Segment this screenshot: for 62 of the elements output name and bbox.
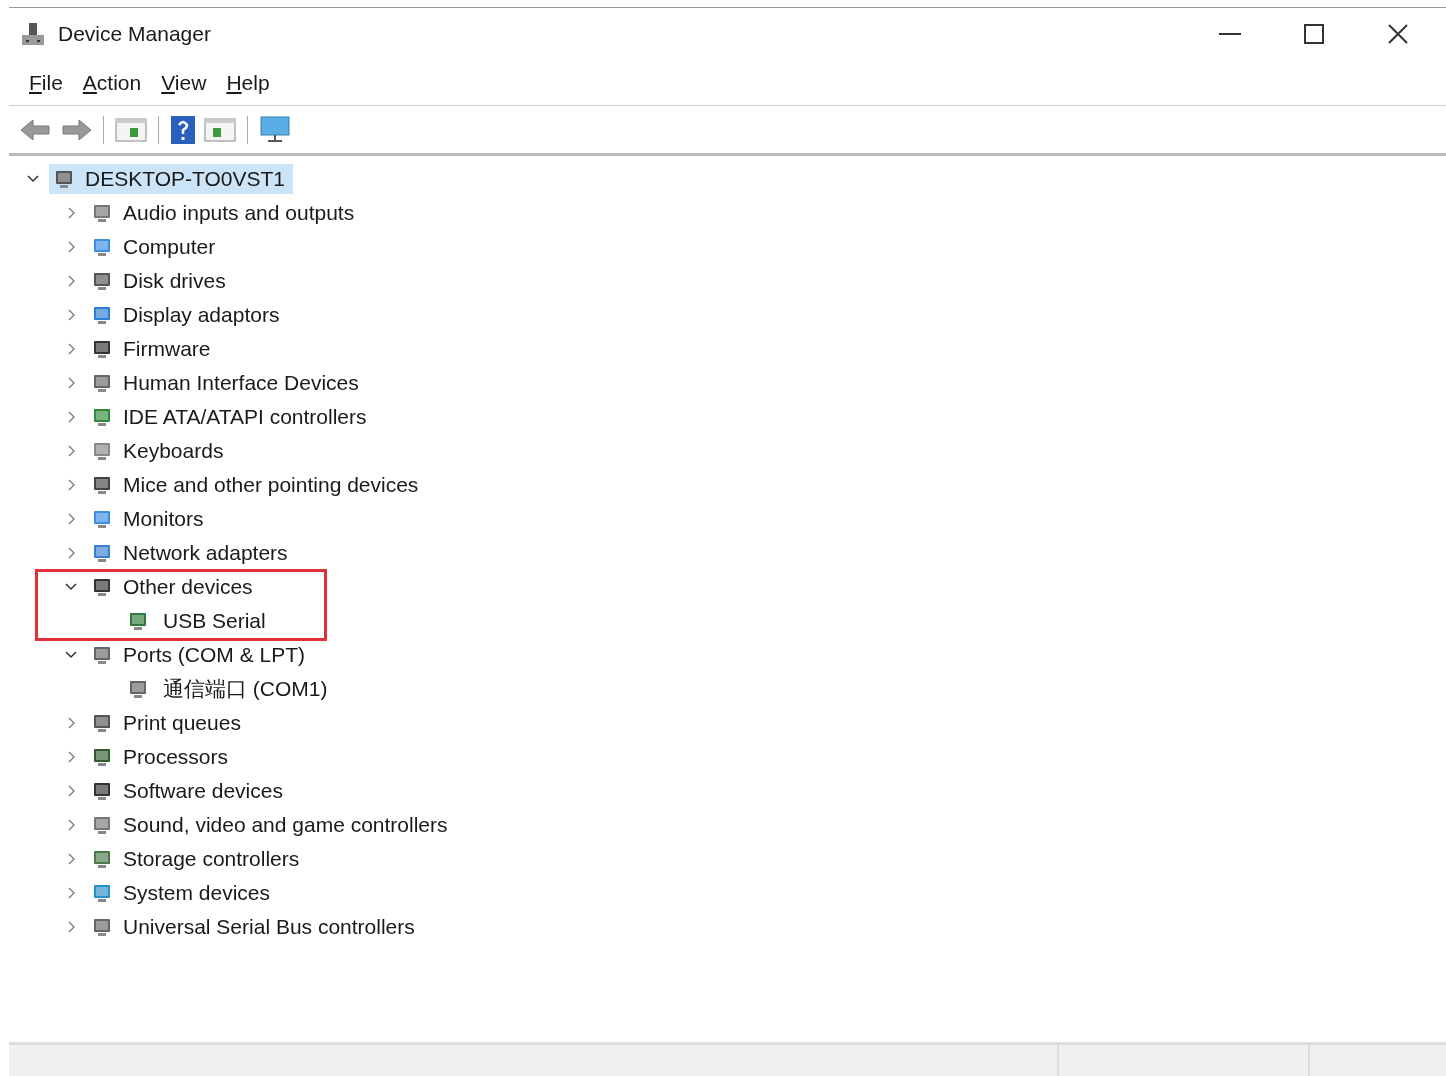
device-icon	[91, 474, 113, 496]
device-icon	[91, 406, 113, 428]
menu-item[interactable]: Help	[220, 66, 276, 99]
device-icon	[91, 338, 113, 360]
pane-icon[interactable]	[203, 115, 237, 144]
tree-item[interactable]: Audio inputs and outputs	[123, 197, 355, 229]
tree-item[interactable]: Other devices	[123, 571, 253, 603]
device-icon	[91, 848, 113, 870]
menu-item[interactable]: Action	[76, 66, 148, 99]
menu-item[interactable]: View	[155, 66, 213, 99]
tree-item[interactable]: USB Serial	[163, 605, 266, 637]
menu-item[interactable]: File	[23, 66, 69, 99]
tree-item[interactable]: 通信端口 (COM1)	[163, 673, 328, 705]
tree-item[interactable]: Computer	[123, 231, 216, 263]
device-icon	[91, 372, 113, 394]
device-icon	[91, 712, 113, 734]
close-icon	[1388, 24, 1408, 44]
device-icon	[91, 508, 113, 530]
device-icon	[91, 882, 113, 904]
tree-item[interactable]: Disk drives	[123, 265, 226, 297]
device-icon	[91, 440, 113, 462]
properties-pane-icon[interactable]	[114, 115, 148, 144]
device-icon	[91, 236, 113, 258]
tree-item[interactable]: Storage controllers	[123, 843, 300, 875]
chevron-down-icon[interactable]	[65, 649, 77, 661]
device-icon	[91, 644, 113, 666]
tree-item[interactable]: Display adaptors	[123, 299, 280, 331]
device-icon	[91, 542, 113, 564]
tree-item[interactable]: Print queues	[123, 707, 241, 739]
monitor-icon[interactable]	[258, 114, 292, 145]
tree-item[interactable]: Processors	[123, 741, 229, 773]
chevron-down-icon[interactable]	[65, 581, 77, 593]
device-icon	[91, 576, 113, 598]
tree-item[interactable]: Software devices	[123, 775, 283, 807]
tree-item[interactable]: Keyboards	[123, 435, 224, 467]
device-icon	[91, 202, 113, 224]
forward-arrow-icon[interactable]	[59, 116, 93, 143]
help-icon[interactable]	[169, 114, 197, 145]
tree-item[interactable]: IDE ATA/ATAPI controllers	[123, 401, 367, 433]
device-icon	[91, 746, 113, 768]
tree-item[interactable]: Network adapters	[123, 537, 288, 569]
device-icon	[91, 780, 113, 802]
tree-item[interactable]: Universal Serial Bus controllers	[123, 911, 415, 943]
tree-item[interactable]: Sound, video and game controllers	[123, 809, 448, 841]
computer-icon	[53, 168, 75, 190]
tree-item[interactable]: Human Interface Devices	[123, 367, 359, 399]
back-arrow-icon[interactable]	[19, 116, 53, 143]
tree-item[interactable]: DESKTOP-TO0VST1	[49, 164, 293, 194]
tree-item[interactable]: Firmware	[123, 333, 211, 365]
device-icon	[91, 270, 113, 292]
device-icon	[91, 304, 113, 326]
tree-item[interactable]: System devices	[123, 877, 271, 909]
chevron-down-icon[interactable]	[27, 173, 39, 185]
minimize-icon	[1219, 33, 1241, 35]
maximize-icon	[1304, 24, 1324, 44]
device-icon	[91, 916, 113, 938]
device-icon	[91, 814, 113, 836]
tree-item[interactable]: Monitors	[123, 503, 204, 535]
tree-item[interactable]: Mice and other pointing devices	[123, 469, 419, 501]
tree-item[interactable]: Ports (COM & LPT)	[123, 639, 306, 671]
window-title: Device Manager	[58, 21, 211, 48]
computer-icon	[20, 21, 46, 47]
